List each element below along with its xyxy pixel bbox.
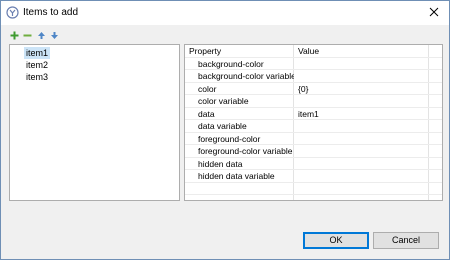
- property-name: hidden data variable: [198, 171, 275, 181]
- property-value[interactable]: [298, 145, 428, 157]
- table-row[interactable]: foreground-color: [185, 133, 442, 145]
- title-bar: Items to add: [1, 1, 449, 25]
- property-value[interactable]: [298, 70, 428, 82]
- list-item[interactable]: item2: [24, 59, 50, 71]
- property-name: foreground-color: [198, 133, 261, 144]
- property-name: color variable: [198, 96, 249, 106]
- table-row[interactable]: hidden data variable: [185, 170, 442, 183]
- list-item[interactable]: item3: [24, 71, 50, 83]
- items-to-add-dialog: Items to add item1 item2 item3 Property: [0, 0, 450, 260]
- close-button[interactable]: [423, 3, 445, 21]
- close-icon: [429, 7, 439, 17]
- grid-header-row: Property Value: [185, 45, 442, 58]
- property-value[interactable]: [298, 95, 428, 107]
- value-column-header[interactable]: Value: [298, 45, 428, 57]
- app-icon: [6, 6, 19, 19]
- property-name: data variable: [198, 121, 247, 131]
- table-row[interactable]: color variable: [185, 95, 442, 108]
- property-column-header[interactable]: Property: [189, 45, 293, 57]
- table-row[interactable]: hidden data: [185, 158, 442, 170]
- property-value[interactable]: item1: [298, 108, 428, 120]
- property-name: foreground-color variable: [198, 146, 293, 156]
- table-row[interactable]: color {0}: [185, 83, 442, 95]
- property-value[interactable]: [298, 158, 428, 170]
- property-name: data: [198, 108, 215, 119]
- property-name: hidden data: [198, 158, 243, 169]
- property-name: background-color variable: [198, 71, 294, 81]
- ok-button[interactable]: OK: [303, 232, 369, 249]
- window-title: Items to add: [23, 7, 79, 18]
- property-value[interactable]: [298, 58, 428, 70]
- table-row[interactable]: data variable: [185, 120, 442, 133]
- property-name: color: [198, 83, 217, 94]
- property-value[interactable]: [298, 120, 428, 132]
- arrow-up-icon[interactable]: [37, 31, 46, 40]
- property-grid: Property Value background-color backgrou…: [184, 44, 443, 201]
- property-name: background-color: [198, 58, 264, 69]
- property-value[interactable]: [298, 170, 428, 182]
- arrow-down-icon[interactable]: [50, 31, 59, 40]
- cancel-button[interactable]: Cancel: [373, 232, 439, 249]
- property-value[interactable]: [298, 133, 428, 145]
- table-row[interactable]: foreground-color variable: [185, 145, 442, 158]
- table-row[interactable]: data item1: [185, 108, 442, 120]
- table-row[interactable]: background-color: [185, 58, 442, 70]
- table-row[interactable]: [185, 183, 442, 195]
- table-row[interactable]: background-color variable: [185, 70, 442, 83]
- items-list[interactable]: item1 item2 item3: [9, 44, 180, 201]
- list-item[interactable]: item1: [24, 47, 51, 59]
- property-value[interactable]: {0}: [298, 83, 428, 95]
- plus-icon[interactable]: [10, 31, 19, 40]
- minus-icon[interactable]: [23, 31, 32, 40]
